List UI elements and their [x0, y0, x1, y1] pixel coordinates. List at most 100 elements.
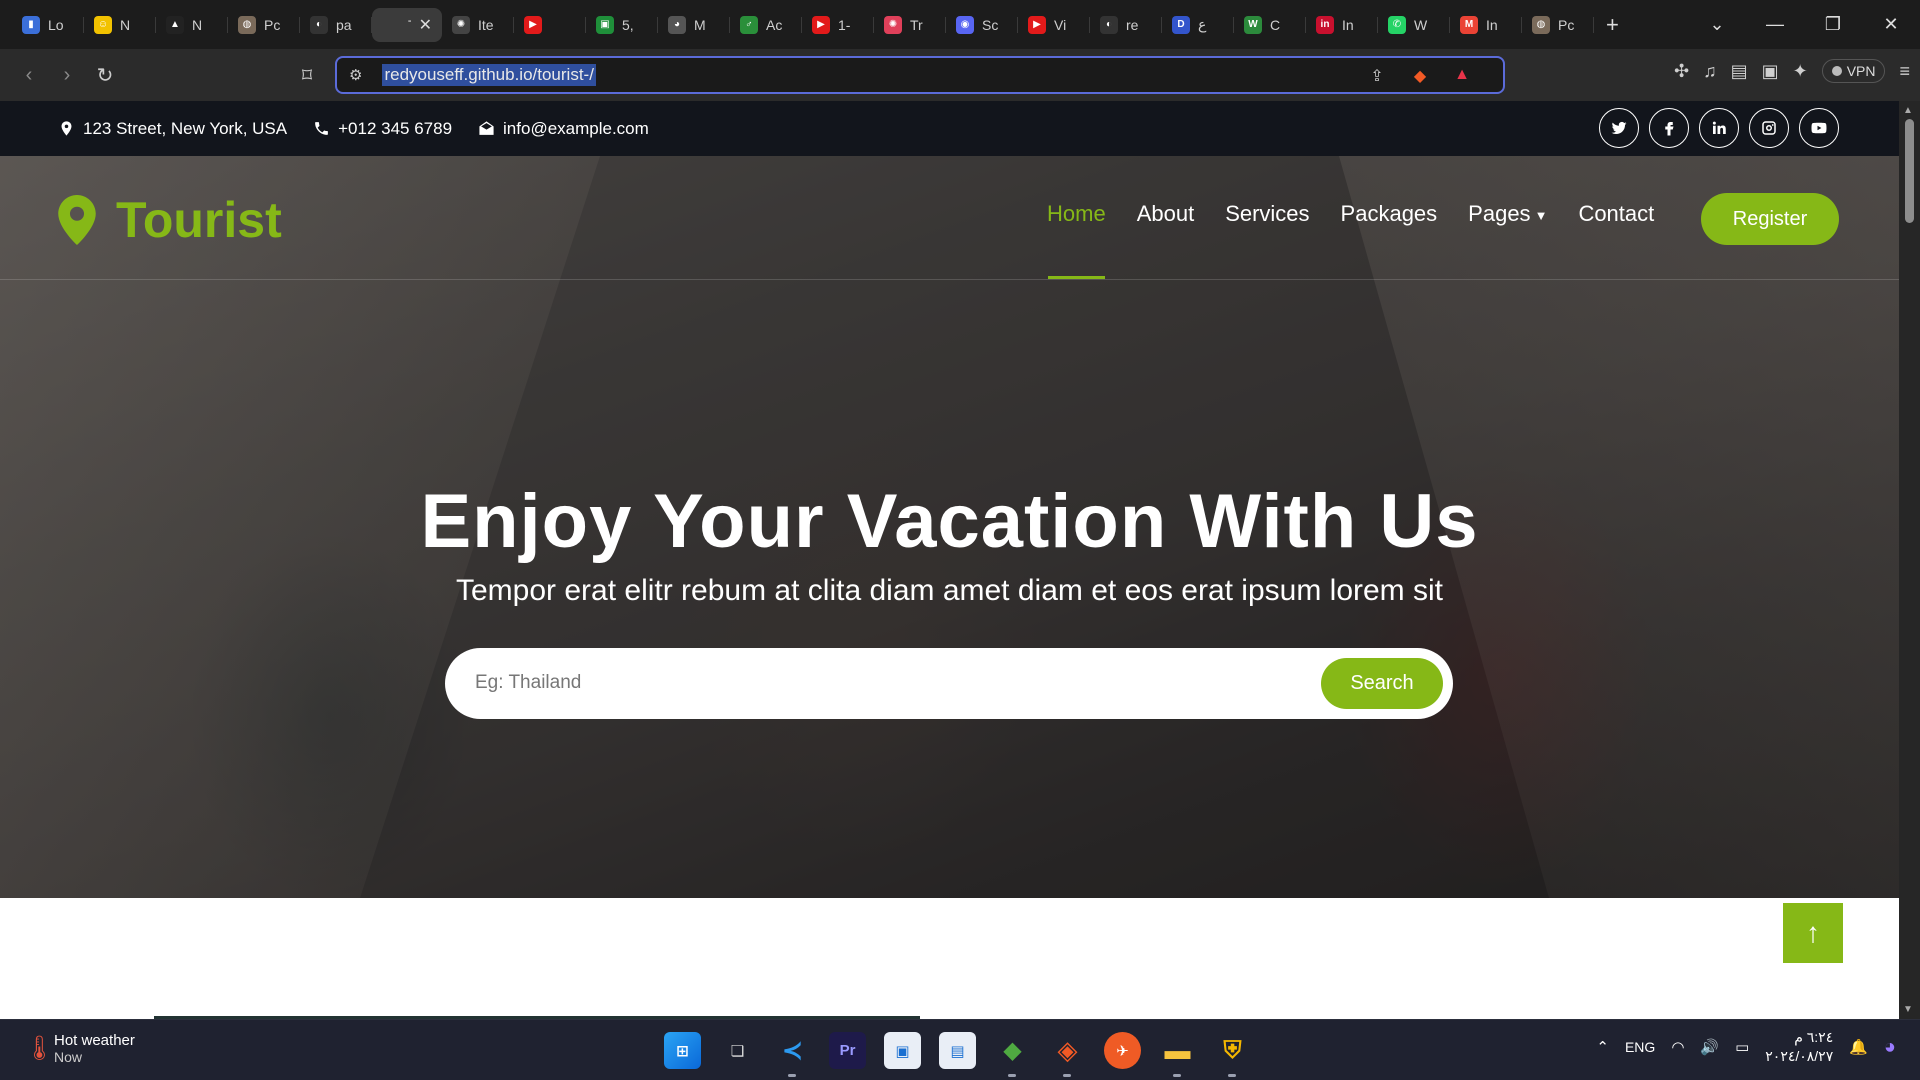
- tab-favicon-icon: ▲: [166, 15, 184, 34]
- facebook-icon[interactable]: [1649, 108, 1689, 148]
- browser-tab[interactable]: Tc ✕: [372, 7, 442, 42]
- site-settings-icon[interactable]: ⚙: [349, 66, 362, 84]
- premiere-pro-icon[interactable]: Pr: [829, 1032, 866, 1069]
- tab-favicon-icon: ▶: [812, 15, 830, 34]
- wallet-icon[interactable]: ▣: [1762, 61, 1779, 82]
- browser-tab[interactable]: ✺ Ite: [442, 8, 514, 42]
- tab-favicon-icon: ✺: [884, 15, 902, 34]
- youtube-icon[interactable]: [1799, 108, 1839, 148]
- sidebar-icon[interactable]: ▤: [1731, 61, 1748, 82]
- media-icon[interactable]: ♫: [1703, 61, 1717, 82]
- browser-toolbar: ‹ › ↻ ⌑ ⚙ redyouseff.github.io/tourist-/…: [0, 49, 1920, 101]
- back-to-top-button[interactable]: ↑: [1783, 903, 1843, 963]
- brave-rewards-icon[interactable]: ▲: [1452, 66, 1472, 86]
- nav-services[interactable]: Services: [1225, 201, 1309, 279]
- destination-search-input[interactable]: [475, 664, 1275, 702]
- register-button[interactable]: Register: [1701, 193, 1839, 245]
- browser-tab[interactable]: ✆ W: [1378, 8, 1450, 42]
- tab-title: 1-: [838, 16, 851, 33]
- tab-favicon-icon: ◍: [238, 15, 256, 34]
- twitter-icon[interactable]: [1599, 108, 1639, 148]
- brand-logo[interactable]: Tourist: [58, 191, 282, 249]
- browser-tab[interactable]: ◍ Pc: [228, 8, 300, 42]
- share-icon[interactable]: ⇪: [1367, 66, 1387, 86]
- browser-tab[interactable]: WC: [1234, 8, 1306, 42]
- task-view-icon[interactable]: ❏: [719, 1032, 756, 1069]
- browser-tab[interactable]: ◍ Pc: [1522, 8, 1594, 42]
- leo-ai-icon[interactable]: ✦: [1793, 61, 1808, 82]
- browser-tab[interactable]: ▮ Lo: [12, 8, 84, 42]
- tab-search-chevron-icon[interactable]: ⌄: [1688, 14, 1746, 35]
- battery-icon[interactable]: ▭: [1735, 1038, 1749, 1056]
- close-tab-icon[interactable]: ✕: [419, 15, 432, 35]
- browser-tab[interactable]: ▶: [514, 8, 586, 42]
- browser-tab[interactable]: in In: [1306, 8, 1378, 42]
- minimize-button[interactable]: —: [1746, 14, 1804, 35]
- bitwarden-shield-icon[interactable]: ⛨: [1214, 1032, 1251, 1077]
- scroll-up-arrow-icon[interactable]: ▲: [1903, 105, 1913, 116]
- maximize-button[interactable]: ❐: [1804, 14, 1862, 35]
- search-button[interactable]: Search: [1321, 658, 1443, 709]
- bookmark-icon[interactable]: ⌑: [288, 63, 326, 88]
- copilot-icon[interactable]: ◕: [1884, 1036, 1896, 1059]
- browser-tab[interactable]: ▶ 1-: [802, 8, 874, 42]
- notification-bell-icon[interactable]: 🔔: [1849, 1038, 1868, 1056]
- browser-tab[interactable]: ✺ Tr: [874, 8, 946, 42]
- nav-packages[interactable]: Packages: [1341, 201, 1438, 279]
- scrollbar-thumb[interactable]: [1905, 119, 1914, 223]
- forward-button[interactable]: ›: [48, 64, 86, 87]
- window-controls: ⌄ — ❐ ✕: [1688, 0, 1920, 49]
- notepad-app-icon[interactable]: ▤: [939, 1032, 976, 1069]
- new-tab-button[interactable]: +: [1606, 12, 1619, 38]
- scroll-down-arrow-icon[interactable]: ▼: [1903, 1004, 1913, 1015]
- tab-title: In: [1342, 16, 1354, 33]
- nav-contact[interactable]: Contact: [1578, 201, 1654, 279]
- volume-icon[interactable]: 🔊: [1700, 1038, 1719, 1056]
- postman-icon[interactable]: ✈: [1104, 1032, 1141, 1069]
- clock[interactable]: ٦:٢٤ م ٢٠٢٤/٠٨/٢٧: [1765, 1028, 1833, 1066]
- vscode-icon[interactable]: ≺: [774, 1032, 811, 1077]
- browser-tab[interactable]: ▲ N: [156, 8, 228, 42]
- file-explorer-icon[interactable]: ▬: [1159, 1032, 1196, 1077]
- envelope-open-icon: [479, 121, 494, 135]
- email-info: info@example.com: [478, 119, 649, 139]
- browser-tab[interactable]: ♂ Ac: [730, 8, 802, 42]
- browser-tab[interactable]: ◉ Sc: [946, 8, 1018, 42]
- url-text[interactable]: redyouseff.github.io/tourist-/: [382, 64, 596, 86]
- reload-button[interactable]: ↻: [86, 63, 124, 88]
- language-indicator[interactable]: ENG: [1625, 1039, 1655, 1055]
- browser-tab[interactable]: Dع: [1162, 8, 1234, 42]
- brave-shields-icon[interactable]: ◆: [1410, 66, 1430, 86]
- menu-icon[interactable]: ≡: [1899, 61, 1910, 82]
- browser-tab[interactable]: ◐ pa: [300, 8, 372, 42]
- extensions-icon[interactable]: ✣: [1674, 61, 1689, 82]
- mongodb-compass-icon[interactable]: ◆: [994, 1032, 1031, 1077]
- close-window-button[interactable]: ✕: [1862, 14, 1920, 35]
- tab-title: Pc: [1558, 16, 1575, 33]
- nav-pages-dropdown[interactable]: Pages ▼: [1468, 201, 1547, 279]
- page-scrollbar[interactable]: ▲ ▼: [1899, 101, 1920, 1019]
- tab-title: C: [1270, 16, 1281, 33]
- browser-tab[interactable]: ◐ re: [1090, 8, 1162, 42]
- browser-tab[interactable]: ▶ Vi: [1018, 8, 1090, 42]
- back-button[interactable]: ‹: [10, 64, 48, 87]
- browser-tab[interactable]: ◕ M: [658, 8, 730, 42]
- nav-home[interactable]: Home: [1047, 201, 1106, 279]
- address-text: 123 Street, New York, USA: [83, 118, 288, 138]
- system-tray: ⌃ ENG ◠ 🔊 ▭ ٦:٢٤ م ٢٠٢٤/٠٨/٢٧ 🔔 ◕: [1596, 1028, 1896, 1066]
- start-windows-icon[interactable]: ⊞: [664, 1032, 701, 1069]
- browser-tab[interactable]: ▣ 5,: [586, 8, 658, 42]
- address-bar[interactable]: ⚙ redyouseff.github.io/tourist-/ ⇪ ◆ ▲: [335, 56, 1505, 94]
- nav-about[interactable]: About: [1137, 201, 1195, 279]
- browser-tab[interactable]: ☺ N: [84, 8, 156, 42]
- chevron-up-icon[interactable]: ⌃: [1596, 1038, 1609, 1056]
- wifi-icon[interactable]: ◠: [1671, 1038, 1684, 1056]
- tab-strip: ▮Lo☺N▲N◍Pc◐paTc✕✺Ite▶▣5,◕M♂Ac▶1-✺Tr◉Sc▶V…: [12, 7, 1594, 42]
- browser-tab[interactable]: M In: [1450, 8, 1522, 42]
- linkedin-icon[interactable]: [1699, 108, 1739, 148]
- store-app-icon[interactable]: ▣: [884, 1032, 921, 1069]
- vpn-button[interactable]: VPN: [1821, 59, 1886, 83]
- instagram-icon[interactable]: [1749, 108, 1789, 148]
- brave-browser-icon[interactable]: ◈: [1049, 1032, 1086, 1077]
- weather-widget[interactable]: 🌡 Hot weather Now: [24, 1032, 135, 1065]
